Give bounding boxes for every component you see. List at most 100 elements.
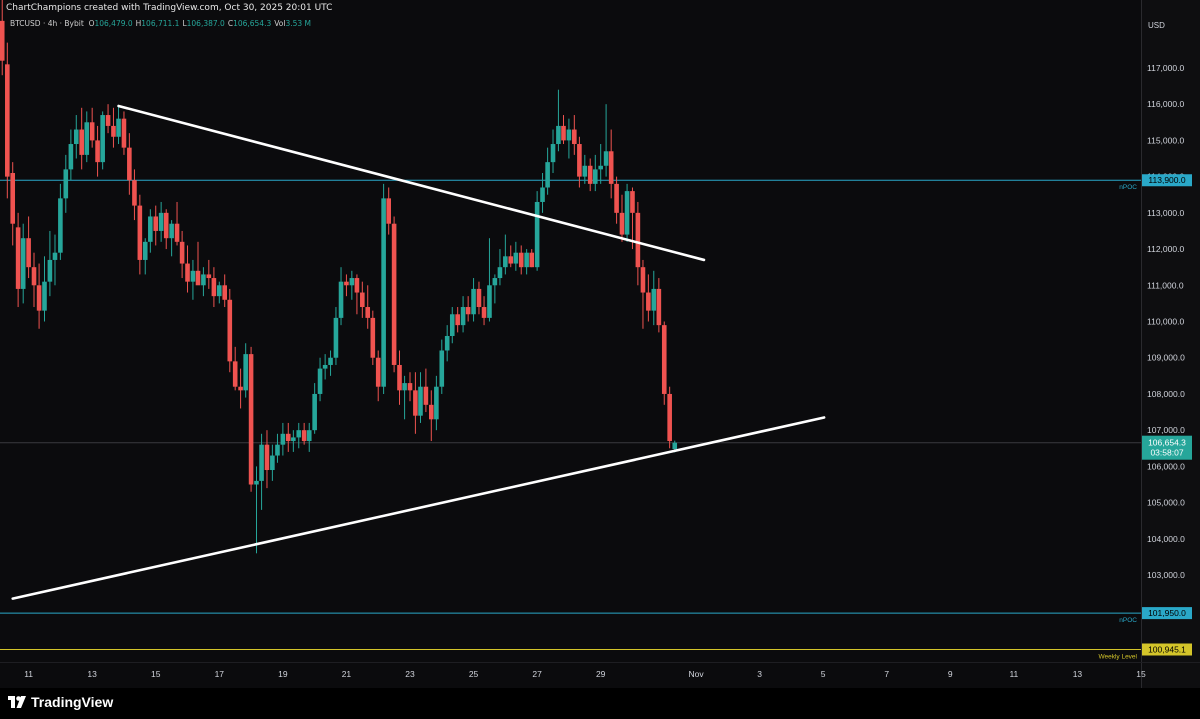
candle-body[interactable] <box>434 386 439 420</box>
candle-body[interactable] <box>190 270 196 282</box>
candle-body[interactable] <box>545 162 550 188</box>
candle-body[interactable] <box>264 444 270 471</box>
candle-body[interactable] <box>365 307 371 318</box>
candle-body[interactable] <box>132 180 137 206</box>
candle-body[interactable] <box>413 390 418 416</box>
candle-body[interactable] <box>492 278 498 286</box>
candle-body[interactable] <box>640 267 646 293</box>
candle-body[interactable] <box>540 187 545 202</box>
candle-body[interactable] <box>163 212 169 239</box>
candle-body[interactable] <box>52 252 58 260</box>
candle-body[interactable] <box>127 147 132 181</box>
candle-body[interactable] <box>206 274 212 279</box>
candle-body[interactable] <box>158 212 164 231</box>
candle-body[interactable] <box>211 278 217 297</box>
tradingview-logo[interactable]: TradingView <box>8 694 113 710</box>
candle-body[interactable] <box>84 122 90 155</box>
candle-body[interactable] <box>328 357 333 365</box>
candle-body[interactable] <box>386 198 392 224</box>
candle-body[interactable] <box>661 325 667 394</box>
candle-body[interactable] <box>227 299 233 362</box>
candle-body[interactable] <box>137 205 143 260</box>
candle-body[interactable] <box>572 129 577 145</box>
candle-body[interactable] <box>503 256 508 268</box>
candle-body[interactable] <box>153 216 159 231</box>
candle-body[interactable] <box>270 455 275 471</box>
candle-body[interactable] <box>381 198 386 387</box>
candle-body[interactable] <box>566 129 572 141</box>
candle-body[interactable] <box>105 115 111 126</box>
candle-body[interactable] <box>0 20 5 61</box>
candle-body[interactable] <box>460 307 466 326</box>
candle-body[interactable] <box>95 140 100 163</box>
candle-body[interactable] <box>222 285 228 300</box>
plot-area[interactable] <box>0 0 1141 688</box>
candle-body[interactable] <box>524 252 529 268</box>
candle-body[interactable] <box>407 383 413 391</box>
candle-body[interactable] <box>243 354 248 391</box>
candle-body[interactable] <box>481 307 487 318</box>
candle-body[interactable] <box>291 437 296 442</box>
candle-body[interactable] <box>312 393 317 431</box>
candle-body[interactable] <box>603 151 609 166</box>
candle-body[interactable] <box>232 361 238 387</box>
candle-body[interactable] <box>169 223 174 239</box>
candle-body[interactable] <box>513 252 519 264</box>
candle-body[interactable] <box>306 430 312 442</box>
candle-body[interactable] <box>656 288 662 326</box>
candle-body[interactable] <box>148 216 153 242</box>
candle-body[interactable] <box>58 198 63 253</box>
candle-body[interactable] <box>487 285 492 318</box>
candle-body[interactable] <box>651 288 657 311</box>
candle-body[interactable] <box>68 144 74 170</box>
candle-body[interactable] <box>275 444 280 456</box>
candle-body[interactable] <box>79 129 84 155</box>
candle-body[interactable] <box>31 267 37 286</box>
candle-body[interactable] <box>333 317 339 358</box>
candle-body[interactable] <box>285 433 291 442</box>
candle-body[interactable] <box>20 238 26 289</box>
candle-body[interactable] <box>397 364 402 391</box>
candle-body[interactable] <box>508 256 514 264</box>
candle-body[interactable] <box>630 191 635 213</box>
candle-body[interactable] <box>582 165 588 177</box>
candle-body[interactable] <box>338 281 344 318</box>
candle-body[interactable] <box>185 263 190 282</box>
legend-symbol[interactable]: BTCUSD <box>10 19 41 28</box>
candle-body[interactable] <box>476 288 482 308</box>
candle-body[interactable] <box>301 430 307 442</box>
candle-body[interactable] <box>111 125 116 137</box>
candle-body[interactable] <box>444 336 450 351</box>
candle-body[interactable] <box>534 201 540 268</box>
candle-body[interactable] <box>529 252 535 268</box>
candle-body[interactable] <box>449 314 455 336</box>
candle-body[interactable] <box>360 292 365 308</box>
candle-body[interactable] <box>349 278 355 286</box>
candle-body[interactable] <box>455 314 460 326</box>
candle-body[interactable] <box>423 386 429 405</box>
candle-body[interactable] <box>15 227 21 289</box>
candle-body[interactable] <box>116 118 121 137</box>
candle-body[interactable] <box>36 285 42 311</box>
candle-body[interactable] <box>624 191 630 235</box>
candle-body[interactable] <box>465 307 471 315</box>
candle-body[interactable] <box>587 165 593 184</box>
candle-body[interactable] <box>471 288 476 315</box>
candle-body[interactable] <box>73 129 79 145</box>
candle-body[interactable] <box>672 442 678 450</box>
candle-body[interactable] <box>619 212 625 235</box>
candle-body[interactable] <box>174 223 180 242</box>
candle-body[interactable] <box>635 212 641 268</box>
candle-body[interactable] <box>317 368 323 394</box>
candle-body[interactable] <box>296 430 302 438</box>
candle-body[interactable] <box>418 386 423 416</box>
candle-body[interactable] <box>556 125 561 145</box>
candle-body[interactable] <box>598 165 603 170</box>
price-chart[interactable]: USD117,000.0116,000.0115,000.0114,000.01… <box>0 0 1200 688</box>
candle-body[interactable] <box>577 144 582 177</box>
legend-interval[interactable]: 4h <box>48 19 58 28</box>
candle-body[interactable] <box>42 281 47 311</box>
candle-body[interactable] <box>142 241 148 260</box>
candle-body[interactable] <box>497 267 503 279</box>
candle-body[interactable] <box>195 270 201 286</box>
